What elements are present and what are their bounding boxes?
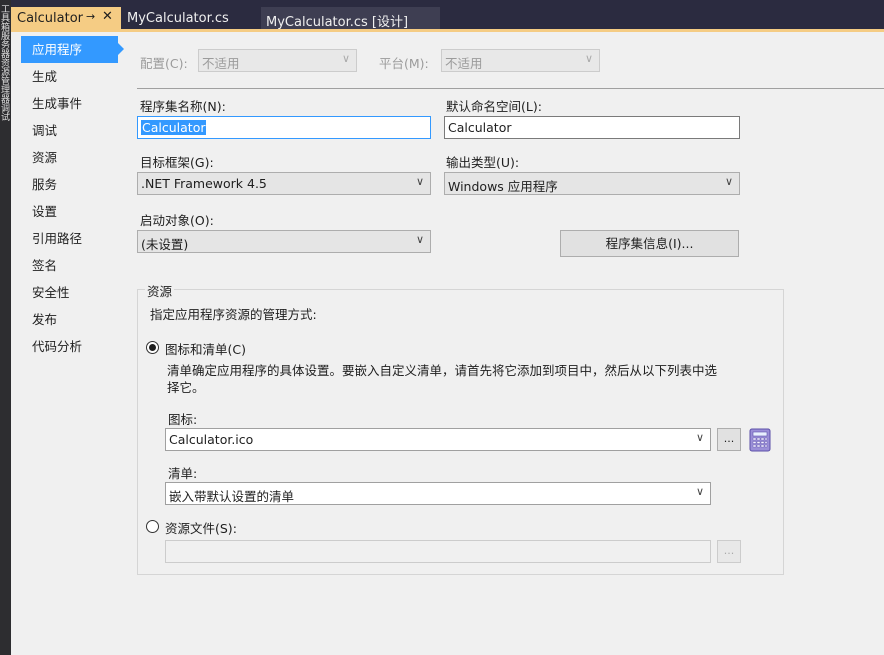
close-icon[interactable]: ✕ bbox=[102, 9, 113, 24]
startup-object-value: (未设置) bbox=[141, 237, 189, 252]
default-namespace-label: 默认命名空间(L): bbox=[446, 99, 542, 114]
calculator-icon bbox=[748, 428, 772, 452]
nav-item-security[interactable]: 安全性 bbox=[21, 279, 133, 306]
tab-calculator-label: Calculator bbox=[17, 11, 84, 26]
icon-dropdown[interactable]: Calculator.ico ∨ bbox=[165, 428, 711, 451]
chevron-down-icon: ∨ bbox=[415, 175, 424, 188]
manifest-label: 清单: bbox=[168, 466, 198, 481]
nav-item-code-analysis[interactable]: 代码分析 bbox=[21, 333, 133, 360]
assembly-name-label: 程序集名称(N): bbox=[140, 99, 226, 114]
nav-item-debug[interactable]: 调试 bbox=[21, 117, 133, 144]
pin-icon[interactable]: → bbox=[86, 10, 95, 23]
nav-item-publish[interactable]: 发布 bbox=[21, 306, 133, 333]
chevron-down-icon: ∨ bbox=[695, 485, 704, 498]
tab-mycalculator-design-label: MyCalculator.cs [设计] bbox=[266, 15, 409, 30]
chevron-down-icon: ∨ bbox=[415, 233, 424, 246]
chevron-down-icon: ∨ bbox=[584, 52, 593, 65]
icon-manifest-note: 清单确定应用程序的具体设置。要嵌入自定义清单，请首先将它添加到项目中，然后从以下… bbox=[167, 363, 718, 395]
application-settings-panel: 配置(C): 不适用 ∨ 平台(M): 不适用 ∨ 程序集名称(N): Calc… bbox=[137, 32, 884, 655]
nav-item-reference-paths[interactable]: 引用路径 bbox=[21, 225, 133, 252]
nav-item-signing[interactable]: 签名 bbox=[21, 252, 133, 279]
assembly-name-value: Calculator bbox=[141, 120, 207, 135]
resources-description: 指定应用程序资源的管理方式: bbox=[150, 307, 317, 322]
chevron-down-icon: ∨ bbox=[341, 52, 350, 65]
icon-manifest-radio[interactable] bbox=[146, 341, 159, 354]
platform-dropdown: 不适用 ∨ bbox=[441, 49, 600, 72]
platform-value: 不适用 bbox=[445, 56, 483, 71]
chevron-down-icon: ∨ bbox=[695, 431, 704, 444]
tab-mycalculator-design[interactable]: MyCalculator.cs [设计] bbox=[261, 7, 440, 30]
manifest-value: 嵌入带默认设置的清单 bbox=[169, 489, 295, 504]
target-framework-value: .NET Framework 4.5 bbox=[141, 176, 267, 191]
icon-value: Calculator.ico bbox=[169, 432, 254, 447]
side-toolwindow-strip[interactable]: 工具箱服务器资源管理器调试 bbox=[0, 0, 11, 655]
tab-mycalculator-cs-label: MyCalculator.cs bbox=[127, 11, 229, 26]
nav-item-build[interactable]: 生成 bbox=[21, 63, 133, 90]
output-type-label: 输出类型(U): bbox=[446, 155, 520, 170]
side-strip-label: 工具箱服务器资源管理器调试 bbox=[1, 5, 11, 123]
resource-file-radio-label[interactable]: 资源文件(S): bbox=[165, 518, 237, 537]
project-properties-page: 应用程序 生成 生成事件 调试 资源 服务 设置 引用路径 签名 安全性 发布 … bbox=[11, 32, 884, 655]
separator bbox=[137, 88, 884, 89]
output-type-dropdown[interactable]: Windows 应用程序 ∨ bbox=[444, 172, 740, 195]
tab-mycalculator-cs[interactable]: MyCalculator.cs bbox=[121, 7, 261, 30]
nav-item-build-events[interactable]: 生成事件 bbox=[21, 90, 133, 117]
document-tab-bar: Calculator → ✕ MyCalculator.cs MyCalcula… bbox=[11, 7, 884, 30]
startup-object-label: 启动对象(O): bbox=[140, 213, 214, 228]
assembly-info-button[interactable]: 程序集信息(I)... bbox=[560, 230, 739, 257]
nav-item-settings[interactable]: 设置 bbox=[21, 198, 133, 225]
assembly-name-input[interactable]: Calculator bbox=[137, 116, 431, 139]
platform-label: 平台(M): bbox=[379, 56, 429, 71]
properties-nav: 应用程序 生成 生成事件 调试 资源 服务 设置 引用路径 签名 安全性 发布 … bbox=[21, 36, 133, 360]
resource-file-input bbox=[165, 540, 711, 563]
icon-label: 图标: bbox=[168, 412, 198, 427]
output-type-value: Windows 应用程序 bbox=[448, 179, 558, 194]
nav-item-application[interactable]: 应用程序 bbox=[21, 36, 124, 63]
default-namespace-value: Calculator bbox=[448, 120, 512, 135]
target-framework-dropdown[interactable]: .NET Framework 4.5 ∨ bbox=[137, 172, 431, 195]
nav-item-resources[interactable]: 资源 bbox=[21, 144, 133, 171]
config-dropdown: 不适用 ∨ bbox=[198, 49, 357, 72]
resources-title: 资源 bbox=[145, 281, 175, 300]
nav-item-services[interactable]: 服务 bbox=[21, 171, 133, 198]
startup-object-dropdown[interactable]: (未设置) ∨ bbox=[137, 230, 431, 253]
chevron-down-icon: ∨ bbox=[724, 175, 733, 188]
tab-calculator[interactable]: Calculator → ✕ bbox=[11, 7, 121, 30]
default-namespace-input[interactable]: Calculator bbox=[444, 116, 740, 139]
target-framework-label: 目标框架(G): bbox=[140, 155, 214, 170]
manifest-dropdown[interactable]: 嵌入带默认设置的清单 ∨ bbox=[165, 482, 711, 505]
icon-manifest-radio-label[interactable]: 图标和清单(C) bbox=[165, 339, 246, 358]
resource-file-browse-button: ... bbox=[717, 540, 741, 563]
config-value: 不适用 bbox=[202, 56, 240, 71]
config-label: 配置(C): bbox=[140, 56, 188, 71]
icon-browse-button[interactable]: ... bbox=[717, 428, 741, 451]
resource-file-radio[interactable] bbox=[146, 520, 159, 533]
